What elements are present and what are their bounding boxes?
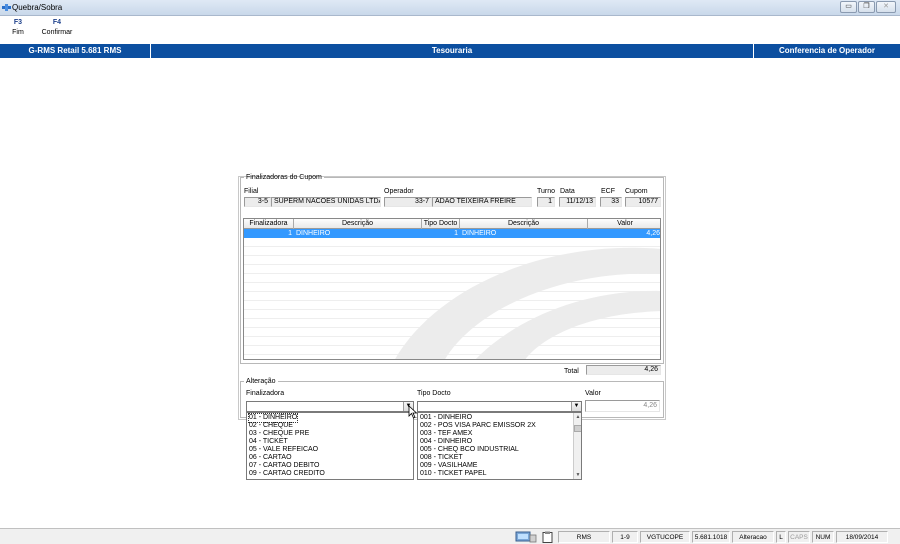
- dropdown-option[interactable]: 005 - CHEQ BCO INDUSTRIAL: [420, 446, 519, 454]
- dropdown-option[interactable]: 008 - TICKET: [420, 454, 463, 462]
- cupom-label: Cupom: [625, 188, 648, 195]
- status-bar: RMS 1-9 VGTUCOPE 5.681.1018 Alteracao L …: [0, 528, 900, 544]
- col-valor[interactable]: Valor: [588, 219, 660, 229]
- grid-header: Finalizadora Descrição Tipo Docto Descri…: [244, 219, 660, 229]
- operador-code-field: 33-7: [384, 197, 432, 207]
- dropdown-option[interactable]: 003 - TEF AMEX: [420, 430, 472, 438]
- minimize-button[interactable]: ▭: [840, 1, 857, 13]
- cell-finalizadora: 1: [288, 230, 292, 237]
- tipo-docto-combo[interactable]: ▼: [417, 401, 582, 412]
- header-band: G-RMS Retail 5.681 RMS Tesouraria Confer…: [0, 44, 900, 58]
- finalizadora-label: Finalizadora: [246, 390, 285, 397]
- maximize-button[interactable]: ❐: [858, 1, 875, 13]
- total-label: Total: [564, 368, 579, 375]
- dropdown-option[interactable]: 09 - CARTAO CREDITO: [249, 470, 325, 478]
- valor-input[interactable]: 4,26: [585, 400, 660, 412]
- cell-tipo-docto: 1: [454, 230, 458, 237]
- scroll-down-icon[interactable]: ▼: [574, 471, 581, 479]
- dropdown-scrollbar[interactable]: ▲ ▼: [573, 413, 581, 479]
- screen-title: Conferencia de Operador: [778, 46, 876, 55]
- data-field: 11/12/13: [559, 197, 596, 207]
- filial-code-field: 3-5: [244, 197, 271, 207]
- col-descricao-2[interactable]: Descrição: [460, 219, 588, 229]
- status-num: NUM: [812, 531, 834, 543]
- f4-key-label: F4: [52, 19, 62, 26]
- status-user: VGTUCOPE: [640, 531, 690, 543]
- scroll-up-icon[interactable]: ▲: [574, 413, 581, 421]
- valor-label: Valor: [585, 390, 601, 397]
- fim-label: Fim: [12, 29, 24, 36]
- col-tipo-docto[interactable]: Tipo Docto: [422, 219, 460, 229]
- dropdown-option[interactable]: 010 - TICKET PAPEL: [420, 470, 487, 478]
- col-finalizadora[interactable]: Finalizadora: [244, 219, 294, 229]
- computer-icon: [515, 531, 537, 543]
- status-version: 5.681.1018: [692, 531, 730, 543]
- dropdown-option[interactable]: 04 - TICKET: [249, 438, 288, 446]
- turno-label: Turno: [537, 188, 556, 195]
- operador-name-field: ADAO TEIXEIRA FREIRE: [432, 197, 532, 207]
- cell-descricao-2: DINHEIRO: [462, 230, 497, 237]
- total-field: 4,26: [586, 365, 661, 375]
- app-window: Quebra/Sobra ▭ ❐ ✕ F3 Fim F4 Confirmar G…: [0, 0, 900, 544]
- filial-name-field: SUPERM NACOES UNIDAS LTDA: [271, 197, 381, 207]
- dropdown-option[interactable]: 009 - VASILHAME: [420, 462, 477, 470]
- cell-valor: 4,26: [646, 230, 660, 237]
- dropdown-option[interactable]: 06 - CARTAO: [249, 454, 292, 462]
- dropdown-option[interactable]: 004 - DINHEIRO: [420, 438, 472, 446]
- mouse-cursor-icon: [408, 405, 418, 419]
- dropdown-option[interactable]: 03 - CHEQUE PRE: [249, 430, 309, 438]
- filial-label: Filial: [244, 188, 259, 195]
- fim-button[interactable]: F3 Fim: [10, 19, 26, 36]
- status-caps: CAPS: [788, 531, 810, 543]
- col-descricao[interactable]: Descrição: [294, 219, 422, 229]
- ecf-label: ECF: [601, 188, 615, 195]
- operador-label: Operador: [384, 188, 414, 195]
- finalizadora-dropdown[interactable]: 01 - DINHEIRO 02 - CHEQUE 03 - CHEQUE PR…: [246, 412, 414, 480]
- ecf-field: 33: [600, 197, 622, 207]
- module-title: Tesouraria: [431, 46, 473, 55]
- product-version: G-RMS Retail 5.681 RMS: [28, 46, 122, 55]
- app-icon: [2, 4, 11, 11]
- confirmar-label: Confirmar: [41, 29, 73, 36]
- title-bar: Quebra/Sobra ▭ ❐ ✕: [0, 0, 900, 16]
- finalizadoras-grid[interactable]: Finalizadora Descrição Tipo Docto Descri…: [243, 218, 661, 360]
- confirmar-button[interactable]: F4 Confirmar: [38, 19, 76, 36]
- tipo-docto-dropdown[interactable]: 001 - DINHEIRO 002 - POS VISA PARC EMISS…: [417, 412, 582, 480]
- cupom-field: 10577: [625, 197, 661, 207]
- dropdown-option[interactable]: 001 - DINHEIRO: [420, 414, 472, 422]
- tipo-docto-label: Tipo Docto: [417, 390, 451, 397]
- finalizadora-combo[interactable]: ▼: [246, 401, 414, 412]
- status-module: RMS: [558, 531, 610, 543]
- dropdown-option[interactable]: 002 - POS VISA PARC EMISSOR 2X: [420, 422, 536, 430]
- dropdown-option[interactable]: 05 - VALE REFEICAO: [249, 446, 318, 454]
- dropdown-option[interactable]: 02 - CHEQUE: [249, 422, 293, 430]
- status-l: L: [776, 531, 786, 543]
- window-title: Quebra/Sobra: [12, 3, 63, 12]
- clipboard-icon: [542, 531, 553, 543]
- scroll-thumb[interactable]: [574, 425, 581, 432]
- cell-descricao: DINHEIRO: [296, 230, 331, 237]
- alteracao-group-legend: Alteração: [246, 378, 276, 385]
- f3-key-label: F3: [13, 19, 23, 26]
- status-page: 1-9: [612, 531, 638, 543]
- turno-field: 1: [537, 197, 555, 207]
- watermark-swoosh: [395, 247, 660, 359]
- cupom-group-legend: Finalizadoras do Cupom: [246, 174, 322, 181]
- chevron-down-icon[interactable]: ▼: [571, 402, 581, 411]
- dropdown-option[interactable]: 01 - DINHEIRO: [247, 413, 299, 423]
- dropdown-option[interactable]: 07 - CARTAO DEBITO: [249, 462, 319, 470]
- status-mode: Alteracao: [732, 531, 774, 543]
- data-label: Data: [560, 188, 575, 195]
- window-controls: ▭ ❐ ✕: [840, 1, 896, 13]
- status-date: 18/09/2014: [836, 531, 888, 543]
- close-button[interactable]: ✕: [876, 1, 896, 13]
- table-row[interactable]: 1 DINHEIRO 1 DINHEIRO 4,26: [244, 229, 660, 238]
